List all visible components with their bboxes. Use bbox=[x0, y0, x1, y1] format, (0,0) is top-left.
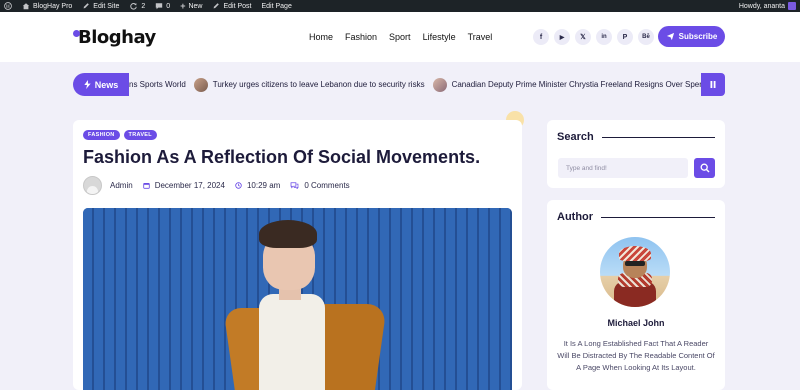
admin-edit-page[interactable]: Edit Page bbox=[261, 3, 291, 10]
ticker-item[interactable]: Canadian Deputy Prime Minister Chrystia … bbox=[432, 77, 701, 92]
youtube-icon[interactable]: ▶ bbox=[554, 29, 570, 45]
pencil-icon bbox=[214, 3, 220, 9]
author-name: Michael John bbox=[607, 318, 665, 328]
admin-greeting: Howdy, ananta bbox=[738, 2, 785, 10]
admin-edit-site[interactable]: Edit Site bbox=[82, 2, 119, 10]
meta-date-text: December 17, 2024 bbox=[154, 181, 225, 190]
comment-icon bbox=[156, 3, 163, 10]
site-logo[interactable]: Bloghay bbox=[73, 27, 156, 48]
search-icon bbox=[700, 163, 709, 173]
bolt-icon bbox=[84, 80, 91, 89]
clock-icon bbox=[235, 182, 242, 189]
logo-mark-icon bbox=[73, 29, 87, 47]
admin-edit-post[interactable]: Edit Post bbox=[212, 2, 251, 10]
main-nav: Home Fashion Sport Lifestyle Travel bbox=[309, 32, 504, 42]
admin-updates-count: 2 bbox=[141, 2, 146, 10]
admin-updates[interactable]: 2 bbox=[129, 2, 145, 10]
title-divider bbox=[601, 136, 715, 138]
subscribe-label: Subscribe bbox=[678, 32, 718, 41]
pause-icon bbox=[710, 81, 716, 88]
news-ticker: News ns Sports World Turkey urges citize… bbox=[73, 73, 725, 96]
search-widget-title-text: Search bbox=[557, 131, 594, 143]
ticker-thumbnail bbox=[193, 77, 208, 92]
linkedin-icon[interactable]: in bbox=[596, 29, 612, 45]
nav-item-travel[interactable]: Travel bbox=[468, 32, 493, 42]
ticker-item-text: Canadian Deputy Prime Minister Chrystia … bbox=[451, 80, 701, 89]
admin-comments-count: 0 bbox=[166, 2, 171, 10]
calendar-icon bbox=[142, 182, 150, 189]
ticker-item-text: ns Sports World bbox=[129, 80, 186, 89]
admin-new-label: New bbox=[188, 2, 203, 10]
search-input[interactable]: Type and find! bbox=[558, 158, 688, 178]
search-widget: Search Type and find! bbox=[547, 120, 725, 188]
article-card: FASHION TRAVEL Fashion As A Reflection O… bbox=[73, 120, 522, 390]
admin-site-name: BlogHay Pro bbox=[33, 2, 73, 10]
ticker-thumbnail bbox=[432, 77, 447, 92]
logo-text: Bloghay bbox=[78, 27, 156, 48]
nav-item-fashion[interactable]: Fashion bbox=[345, 32, 377, 42]
updates-icon bbox=[130, 3, 138, 10]
author-bio: It Is A Long Established Fact That A Rea… bbox=[557, 339, 715, 372]
admin-account[interactable]: Howdy, ananta bbox=[739, 2, 796, 10]
subscribe-button[interactable]: Subscribe bbox=[658, 26, 725, 47]
author-avatar[interactable] bbox=[83, 176, 102, 195]
home-icon bbox=[22, 3, 30, 10]
svg-text:W: W bbox=[6, 4, 11, 10]
nav-item-sport[interactable]: Sport bbox=[389, 32, 411, 42]
facebook-icon[interactable]: f bbox=[533, 29, 549, 45]
author-widget: Author Michael John It Is A Long Establi… bbox=[547, 200, 725, 390]
ticker-item[interactable]: ns Sports World bbox=[129, 80, 186, 89]
meta-author[interactable]: Admin bbox=[110, 181, 133, 190]
article-featured-image bbox=[83, 208, 512, 390]
admin-avatar bbox=[788, 2, 796, 10]
tag-fashion[interactable]: FASHION bbox=[83, 130, 120, 140]
x-icon[interactable]: 𝕏 bbox=[575, 29, 591, 45]
meta-time-text: 10:29 am bbox=[246, 181, 281, 190]
pinterest-icon[interactable]: P bbox=[617, 29, 633, 45]
nav-item-lifestyle[interactable]: Lifestyle bbox=[423, 32, 456, 42]
ticker-pause-button[interactable] bbox=[701, 73, 725, 96]
ticker-track: ns Sports World Turkey urges citizens to… bbox=[129, 73, 701, 96]
author-widget-title-text: Author bbox=[557, 211, 594, 223]
article-meta: Admin December 17, 2024 10:29 am 0 Comme… bbox=[83, 176, 360, 195]
behance-icon[interactable]: Bē bbox=[638, 29, 654, 45]
ticker-label: News bbox=[73, 73, 129, 96]
meta-comments[interactable]: 0 Comments bbox=[290, 181, 350, 190]
admin-comments[interactable]: 0 bbox=[155, 2, 170, 10]
meta-time: 10:29 am bbox=[235, 181, 280, 190]
title-divider bbox=[601, 216, 715, 218]
author-photo bbox=[600, 237, 670, 307]
admin-edit-site-label: Edit Site bbox=[93, 2, 120, 10]
ticker-label-text: News bbox=[94, 79, 119, 90]
tag-travel[interactable]: TRAVEL bbox=[123, 130, 157, 140]
admin-edit-post-label: Edit Post bbox=[223, 2, 252, 10]
meta-date: December 17, 2024 bbox=[142, 181, 225, 190]
author-widget-title: Author bbox=[557, 211, 715, 223]
article-tags: FASHION TRAVEL bbox=[83, 130, 157, 140]
site-header: Bloghay Home Fashion Sport Lifestyle Tra… bbox=[0, 12, 800, 62]
search-widget-title: Search bbox=[557, 131, 715, 143]
plus-icon: + bbox=[180, 1, 186, 11]
article-title: Fashion As A Reflection Of Social Moveme… bbox=[83, 147, 481, 167]
social-links: f ▶ 𝕏 in P Bē bbox=[533, 29, 654, 45]
ticker-item-text: Turkey urges citizens to leave Lebanon d… bbox=[212, 80, 425, 89]
nav-item-home[interactable]: Home bbox=[309, 32, 333, 42]
admin-edit-page-label: Edit Page bbox=[261, 2, 292, 10]
comments-icon bbox=[290, 182, 299, 189]
search-button[interactable] bbox=[694, 158, 715, 178]
admin-bar: W BlogHay Pro Edit Site 2 0 + New Edit P… bbox=[0, 0, 800, 12]
paper-plane-icon bbox=[666, 32, 674, 41]
wordpress-logo-icon[interactable]: W bbox=[4, 2, 12, 10]
meta-comments-text: 0 Comments bbox=[304, 181, 350, 190]
admin-site-link[interactable]: BlogHay Pro bbox=[22, 2, 72, 10]
ticker-item[interactable]: Turkey urges citizens to leave Lebanon d… bbox=[193, 77, 425, 92]
admin-new[interactable]: + New bbox=[180, 1, 202, 11]
pencil-icon bbox=[83, 3, 90, 9]
